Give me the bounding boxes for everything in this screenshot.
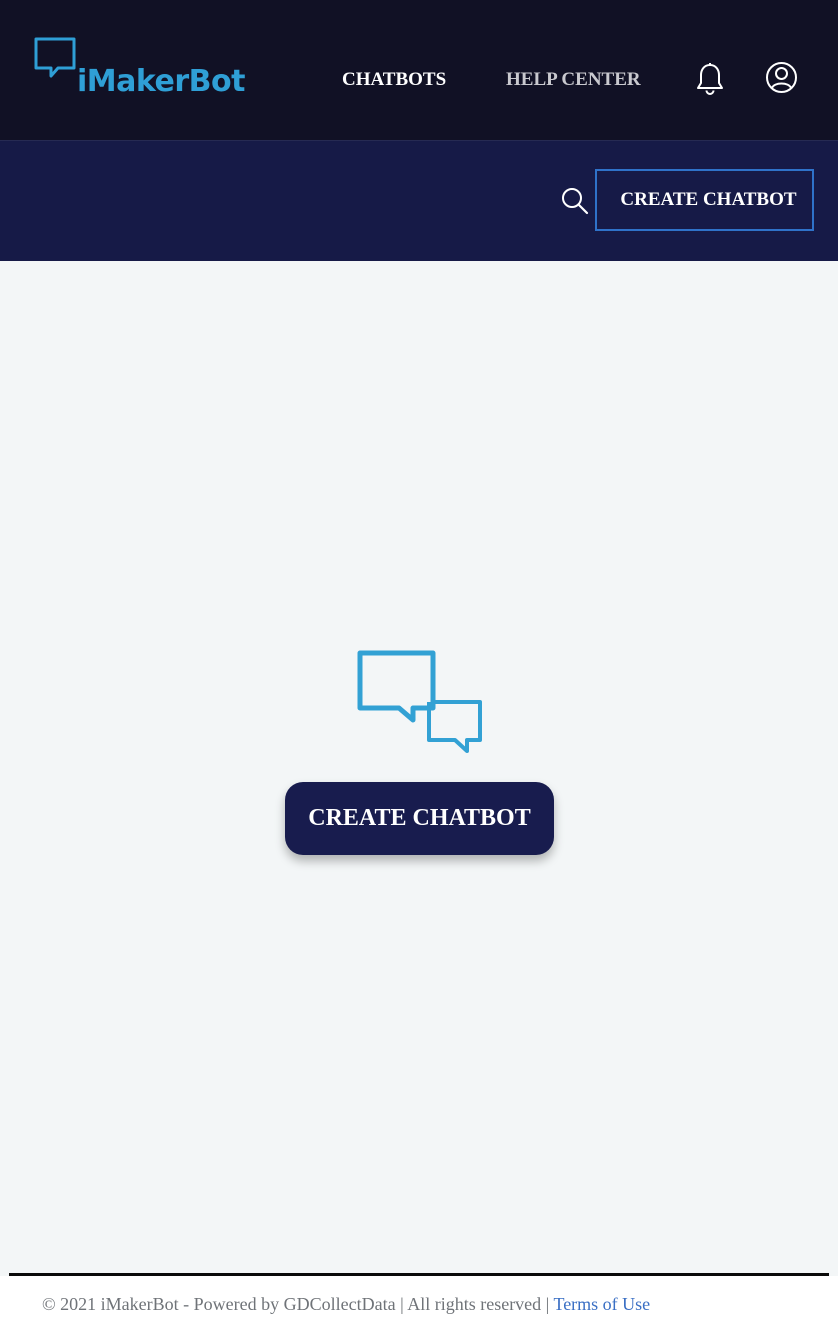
chat-bubbles-icon	[357, 650, 482, 753]
copyright-text: © 2021 iMakerBot - Powered by GDCollectD…	[42, 1294, 554, 1314]
top-navigation-bar: iMakerBot CHATBOTS HELP CENTER	[0, 0, 838, 140]
logo-text: iMakerBot	[77, 64, 246, 99]
footer: © 2021 iMakerBot - Powered by GDCollectD…	[0, 1276, 838, 1336]
user-circle-icon[interactable]	[765, 61, 798, 94]
nav-help-center-link[interactable]: HELP CENTER	[506, 68, 641, 92]
nav-chatbots-link[interactable]: CHATBOTS	[342, 68, 446, 92]
chat-bubble-icon	[34, 37, 76, 78]
toolbar: CREATE CHATBOT	[0, 140, 838, 261]
logo[interactable]: iMakerBot	[34, 36, 246, 106]
search-icon[interactable]	[560, 186, 590, 216]
bell-icon[interactable]	[694, 62, 726, 96]
create-chatbot-button[interactable]: CREATE CHATBOT	[285, 782, 554, 855]
terms-of-use-link[interactable]: Terms of Use	[553, 1294, 650, 1314]
create-chatbot-toolbar-button[interactable]: CREATE CHATBOT	[595, 169, 814, 231]
footer-text: © 2021 iMakerBot - Powered by GDCollectD…	[42, 1293, 650, 1315]
empty-state-area: CREATE CHATBOT	[0, 261, 838, 1274]
